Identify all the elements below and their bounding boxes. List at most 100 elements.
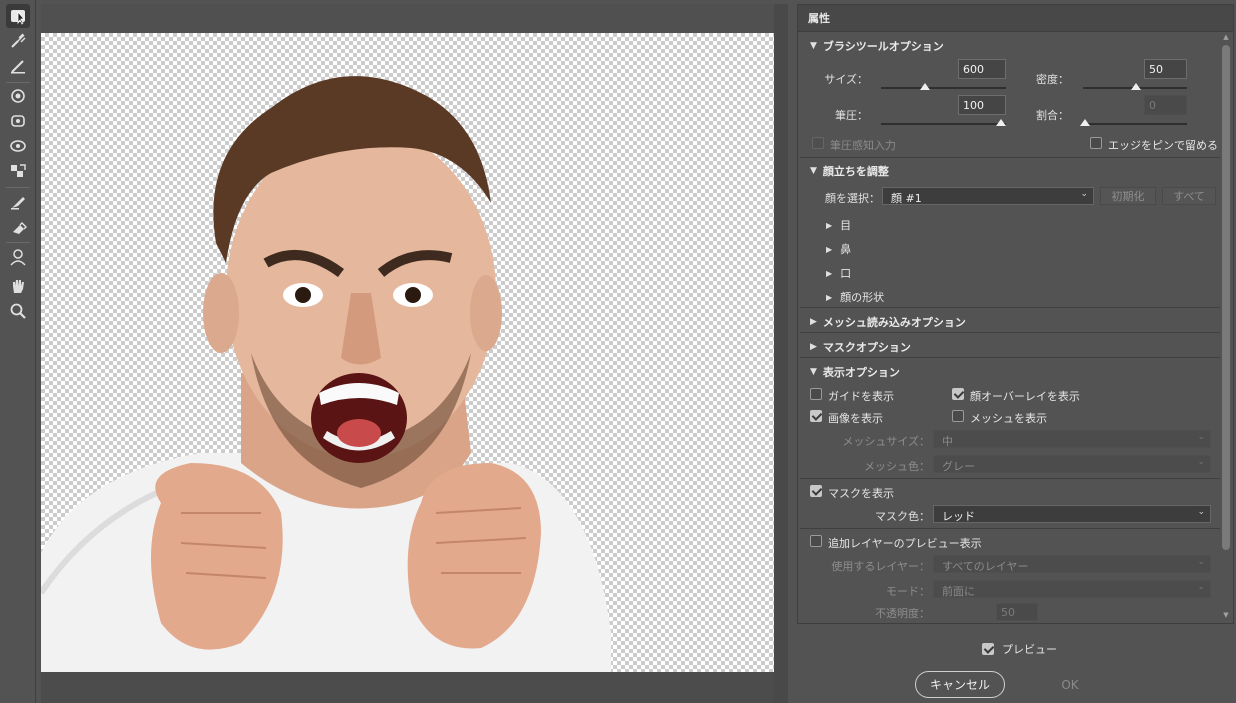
mesh-color-value: グレー xyxy=(942,460,975,473)
portrait-photo xyxy=(41,76,611,672)
section-mesh-load[interactable]: ▶ メッシュ読み込みオプション xyxy=(810,314,966,330)
reset-button: 初期化 xyxy=(1100,187,1156,205)
expanded-triangle-icon: ▼ xyxy=(810,41,817,51)
pressure-slider-thumb[interactable] xyxy=(996,119,1006,126)
cancel-button[interactable]: キャンセル xyxy=(915,671,1005,698)
pin-edges-checkbox[interactable] xyxy=(1090,137,1102,149)
show-face-overlay-label: 顔オーバーレイを表示 xyxy=(970,390,1080,403)
mode-value: 前面に xyxy=(942,585,975,598)
show-image-checkbox[interactable] xyxy=(810,410,822,422)
canvas-image[interactable] xyxy=(41,33,774,672)
density-field[interactable]: 50 xyxy=(1144,59,1187,79)
use-layer-label: 使用するレイヤー： xyxy=(831,560,930,573)
opacity-label: 不透明度： xyxy=(875,607,930,620)
toolbar-divider xyxy=(6,187,30,188)
canvas-top-strip xyxy=(41,4,774,33)
chevron-down-icon: ⌄ xyxy=(1197,582,1205,592)
density-label: 密度： xyxy=(1036,73,1069,86)
canvas-area xyxy=(36,0,790,703)
show-mask-checkbox[interactable] xyxy=(810,485,822,497)
push-left-icon[interactable] xyxy=(6,159,30,183)
mesh-size-value: 中 xyxy=(942,435,953,448)
mode-dropdown: 前面に ⌄ xyxy=(933,580,1211,598)
section-mask-options[interactable]: ▶ マスクオプション xyxy=(810,339,911,355)
mask-color-value: レッド xyxy=(942,510,975,523)
face-item-shape[interactable]: ▶ 顔の形状 xyxy=(826,289,884,305)
all-button: すべて xyxy=(1162,187,1216,205)
preview-toggle[interactable]: プレビュー xyxy=(982,641,1057,657)
bloat-icon[interactable] xyxy=(6,134,30,158)
face-tool-icon[interactable] xyxy=(6,4,30,28)
zoom-icon[interactable] xyxy=(6,299,30,323)
panel-scrollbar-thumb[interactable] xyxy=(1222,45,1230,550)
forward-warp-icon[interactable] xyxy=(6,29,30,53)
collapsed-triangle-icon: ▶ xyxy=(826,268,833,278)
face-item-mouth[interactable]: ▶ 口 xyxy=(826,265,851,281)
face-select-value: 顔 #1 xyxy=(891,192,922,205)
collapsed-triangle-icon: ▶ xyxy=(826,244,833,254)
expanded-triangle-icon: ▼ xyxy=(810,166,817,176)
size-field[interactable]: 600 xyxy=(958,59,1006,79)
section-divider xyxy=(800,157,1220,158)
stylus-checkbox xyxy=(812,137,824,149)
show-guides-checkbox[interactable] xyxy=(810,388,822,400)
section-mask-options-title: マスクオプション xyxy=(822,341,911,354)
mesh-color-dropdown: グレー ⌄ xyxy=(933,455,1211,473)
show-guides-label: ガイドを表示 xyxy=(828,390,894,403)
hand-icon[interactable] xyxy=(6,274,30,298)
use-layer-dropdown: すべてのレイヤー ⌄ xyxy=(933,555,1211,573)
scroll-down-icon[interactable]: ▼ xyxy=(1222,611,1230,619)
size-slider-thumb[interactable] xyxy=(920,83,930,90)
section-brush-options[interactable]: ▼ ブラシツールオプション xyxy=(810,38,944,54)
face-item-label: 口 xyxy=(840,267,852,280)
pressure-field[interactable]: 100 xyxy=(958,95,1006,115)
preview-label: プレビュー xyxy=(1002,643,1057,656)
size-label: サイズ： xyxy=(824,73,868,86)
rate-slider xyxy=(1083,123,1187,125)
face-item-nose[interactable]: ▶ 鼻 xyxy=(826,241,851,257)
section-brush-options-title: ブラシツールオプション xyxy=(822,40,944,53)
preview-checkbox[interactable] xyxy=(982,643,994,655)
use-layer-value: すべてのレイヤー xyxy=(942,560,1029,573)
show-mask-label: マスクを表示 xyxy=(828,487,894,500)
show-backdrop-checkbox[interactable] xyxy=(810,535,822,547)
mask-color-dropdown[interactable]: レッド ⌄ xyxy=(933,505,1211,523)
show-face-overlay-checkbox[interactable] xyxy=(952,388,964,400)
section-face-adjust-title: 顔立ちを調整 xyxy=(822,165,889,178)
section-mesh-load-title: メッシュ読み込みオプション xyxy=(822,316,966,329)
pressure-slider[interactable] xyxy=(881,123,1006,125)
section-divider xyxy=(800,307,1220,308)
tool-bar xyxy=(0,0,36,703)
mesh-size-dropdown: 中 ⌄ xyxy=(933,430,1211,448)
face-item-label: 鼻 xyxy=(840,243,852,256)
stylus-label: 筆圧感知入力 xyxy=(830,139,896,152)
thaw-mask-icon[interactable] xyxy=(6,215,30,239)
expanded-triangle-icon: ▼ xyxy=(810,367,817,377)
twirl-icon[interactable] xyxy=(6,84,30,108)
section-view-options[interactable]: ▼ 表示オプション xyxy=(810,364,900,380)
face-icon[interactable] xyxy=(6,245,30,269)
scroll-up-icon[interactable]: ▲ xyxy=(1222,33,1230,41)
mesh-size-label: メッシュサイズ： xyxy=(842,435,930,448)
rate-label: 割合： xyxy=(1036,109,1069,122)
panel-title: 属性 xyxy=(798,5,1233,32)
face-select-dropdown[interactable]: 顔 #1 ⌄ xyxy=(882,187,1094,205)
show-backdrop-label: 追加レイヤーのプレビュー表示 xyxy=(828,537,982,550)
reconstruct-icon[interactable] xyxy=(6,54,30,78)
pucker-icon[interactable] xyxy=(6,109,30,133)
canvas-vertical-scrollbar[interactable] xyxy=(774,4,788,703)
face-item-eyes[interactable]: ▶ 目 xyxy=(826,217,851,233)
collapsed-triangle-icon: ▶ xyxy=(826,220,833,230)
chevron-down-icon: ⌄ xyxy=(1197,457,1205,467)
show-mesh-label: メッシュを表示 xyxy=(970,412,1047,425)
size-slider[interactable] xyxy=(881,87,1006,89)
toolbar-divider xyxy=(6,242,30,243)
density-slider-thumb[interactable] xyxy=(1131,83,1141,90)
section-face-adjust[interactable]: ▼ 顔立ちを調整 xyxy=(810,163,889,179)
mask-color-label: マスク色： xyxy=(875,510,930,523)
show-mesh-checkbox[interactable] xyxy=(952,410,964,422)
freeze-mask-icon[interactable] xyxy=(6,190,30,214)
canvas-horizontal-scrollbar[interactable] xyxy=(41,672,774,703)
face-item-label: 目 xyxy=(840,219,852,232)
face-select-label: 顔を選択： xyxy=(825,192,880,205)
